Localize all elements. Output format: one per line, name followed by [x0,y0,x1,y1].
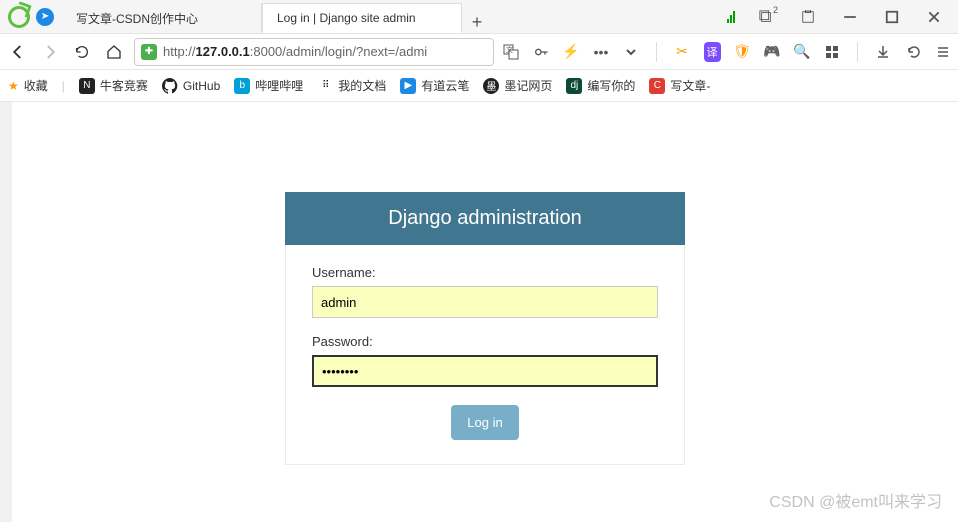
network-indicator-icon [727,11,736,23]
bookmark-github[interactable]: GitHub [162,78,220,94]
tab-label: 写文章-CSDN创作中心 [76,10,198,27]
bookmark-nowcoder[interactable]: N 牛客竞赛 [79,77,148,94]
divider [857,42,858,62]
bookmark-moji[interactable]: 墨 墨记网页 [483,77,552,94]
translate-ext-icon[interactable]: 译 [703,42,721,62]
csdn-icon: C [649,78,665,94]
url-input[interactable]: ✚ http://127.0.0.1:8000/admin/login/?nex… [134,38,494,66]
scissors-icon[interactable]: ✂ [673,43,691,60]
home-button[interactable] [102,40,126,64]
back-button[interactable] [6,40,30,64]
github-icon [162,78,178,94]
django-icon: dj [566,78,582,94]
docs-icon: ⠿ [317,78,333,94]
search-ext-icon[interactable]: 🔍 [793,43,811,60]
game-ext-icon[interactable]: 🎮 [763,43,781,60]
tab-csdn-editor[interactable]: 写文章-CSDN创作中心 [62,3,262,33]
undo-icon[interactable] [904,45,922,59]
watermark: CSDN @被emt叫来学习 [769,488,942,512]
bilibili-icon: b [234,78,250,94]
bookmark-mydocs[interactable]: ⠿ 我的文档 [317,77,386,94]
divider [656,42,657,62]
url-text: http://127.0.0.1:8000/admin/login/?next=… [163,44,427,59]
nowcoder-icon: N [79,78,95,94]
bookmark-csdn-write[interactable]: C 写文章- [649,77,710,94]
bolt-icon[interactable]: ⚡ [562,43,580,60]
maximize-button[interactable] [872,3,912,31]
password-input[interactable] [312,355,658,387]
login-container: Django administration Username: Password… [285,192,685,465]
key-icon[interactable] [532,44,550,60]
username-label: Username: [312,265,658,280]
minimize-button[interactable] [830,3,870,31]
tab-strip: 写文章-CSDN创作中心 Log in | Django site admin … [62,0,723,33]
new-tab-button[interactable]: + [462,12,492,33]
close-button[interactable] [914,3,954,31]
translate-icon[interactable]: 文 [502,44,520,60]
tab-count-badge[interactable]: 2 [746,3,786,31]
moji-icon: 墨 [483,78,499,94]
youdao-icon: ▶ [400,78,416,94]
grid-ext-icon[interactable] [823,45,841,59]
shield-icon: ✚ [141,44,157,60]
bookmark-youdao[interactable]: ▶ 有道云笔 [400,77,469,94]
send-icon[interactable]: ➤ [36,8,54,26]
browser-logo-icon [8,6,30,28]
address-bar: ✚ http://127.0.0.1:8000/admin/login/?nex… [0,34,958,70]
tab-label: Log in | Django site admin [277,11,416,25]
star-icon: ★ [8,79,19,93]
bookmark-bilibili[interactable]: b 哔哩哔哩 [234,77,303,94]
chevron-down-icon[interactable] [622,46,640,58]
menu-icon[interactable] [934,45,952,59]
favorites-button[interactable]: ★ 收藏 [8,77,48,94]
username-input[interactable] [312,286,658,318]
tab-django-admin[interactable]: Log in | Django site admin [262,3,462,33]
page-content: Django administration Username: Password… [0,102,958,522]
bookmark-django[interactable]: dj 编写你的 [566,77,635,94]
screenshot-icon[interactable] [788,3,828,31]
bookmarks-bar: ★ 收藏 | N 牛客竞赛 GitHub b 哔哩哔哩 ⠿ 我的文档 ▶ 有道云… [0,70,958,102]
forward-button[interactable] [38,40,62,64]
reload-button[interactable] [70,40,94,64]
more-icon[interactable]: ••• [592,44,610,60]
svg-text:文: 文 [506,45,513,54]
login-button[interactable]: Log in [451,405,518,440]
password-label: Password: [312,334,658,349]
download-icon[interactable] [874,45,892,59]
shield-ext-icon[interactable]: 🛡 [733,43,751,60]
login-header: Django administration [285,192,685,245]
divider: | [62,79,65,93]
browser-titlebar: ➤ 写文章-CSDN创作中心 Log in | Django site admi… [0,0,958,34]
